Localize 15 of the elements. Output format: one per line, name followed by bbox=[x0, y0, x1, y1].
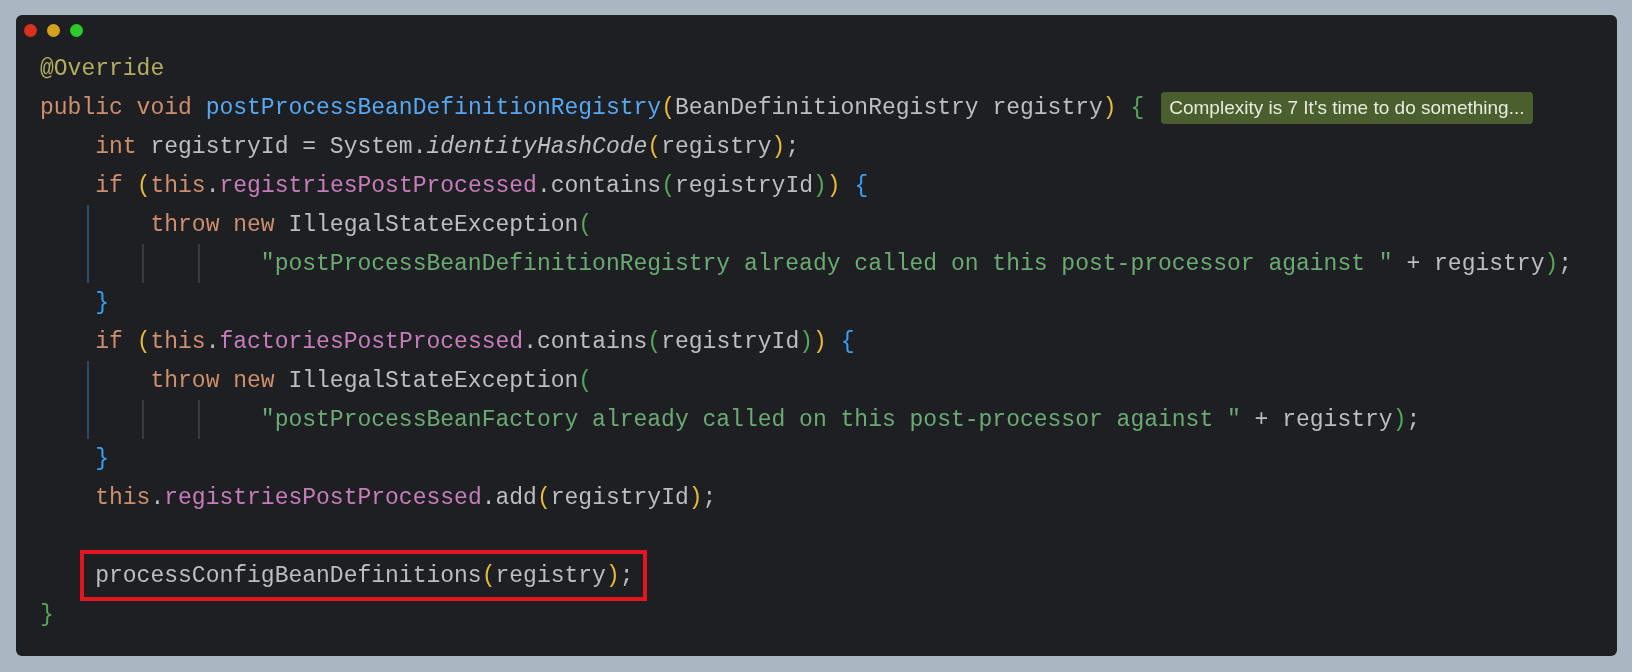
code-line: if (this.registriesPostProcessed.contains(registryId)) { bbox=[94, 171, 869, 201]
code-line: int registryId = System.identityHashCode(registry); bbox=[94, 132, 800, 162]
code-line: "postProcessBeanFactory already called on this post-processor against " + registry); bbox=[259, 405, 1421, 435]
code-line: this.registriesPostProcessed.add(registryId); bbox=[94, 483, 717, 513]
complexity-hint: Complexity is 7 It's time to do something... bbox=[1161, 91, 1533, 124]
code-line: } bbox=[40, 600, 54, 630]
code-line: "postProcessBeanDefinitionRegistry already called on this post-processor against " + registry); bbox=[259, 249, 1573, 279]
code-line: } bbox=[94, 288, 109, 318]
code-line: throw new IllegalStateException( bbox=[149, 210, 593, 240]
code-line: public void postProcessBeanDefinitionRegistry(BeanDefinitionRegistry registry) { bbox=[40, 93, 1145, 123]
code-line: processConfigBeanDefinitions(registry); bbox=[94, 561, 634, 591]
code-line: } bbox=[94, 444, 109, 474]
code-line: throw new IllegalStateException( bbox=[149, 366, 593, 396]
code-line: if (this.factoriesPostProcessed.contains(registryId)) { bbox=[94, 327, 855, 357]
code-line: @Override bbox=[40, 54, 165, 84]
